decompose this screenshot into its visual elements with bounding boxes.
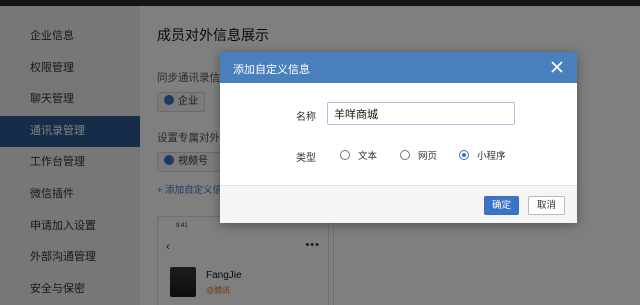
confirm-button[interactable]: 确定	[484, 196, 519, 215]
type-radio-text[interactable]: 文本	[340, 148, 377, 162]
name-input[interactable]	[327, 102, 515, 125]
type-radio-miniprogram[interactable]: 小程序	[459, 148, 506, 162]
type-radio-text-label: 文本	[358, 151, 378, 162]
close-icon[interactable]	[546, 56, 568, 78]
type-radio-webpage-label: 网页	[418, 151, 438, 162]
dialog-header: 添加自定义信息	[220, 52, 577, 83]
dialog-footer: 确定 取消	[220, 185, 577, 223]
type-label: 类型	[296, 153, 316, 164]
add-custom-info-dialog: 添加自定义信息 名称 类型 文本 网页 小程序 确定 取消	[220, 52, 577, 223]
radio-circle	[400, 150, 410, 160]
type-radio-webpage[interactable]: 网页	[400, 148, 437, 162]
radio-circle	[340, 150, 350, 160]
type-radio-miniprogram-label: 小程序	[477, 151, 506, 162]
cancel-button[interactable]: 取消	[528, 196, 565, 215]
radio-circle	[459, 150, 469, 160]
name-label: 名称	[296, 112, 316, 123]
dialog-title: 添加自定义信息	[233, 64, 310, 76]
